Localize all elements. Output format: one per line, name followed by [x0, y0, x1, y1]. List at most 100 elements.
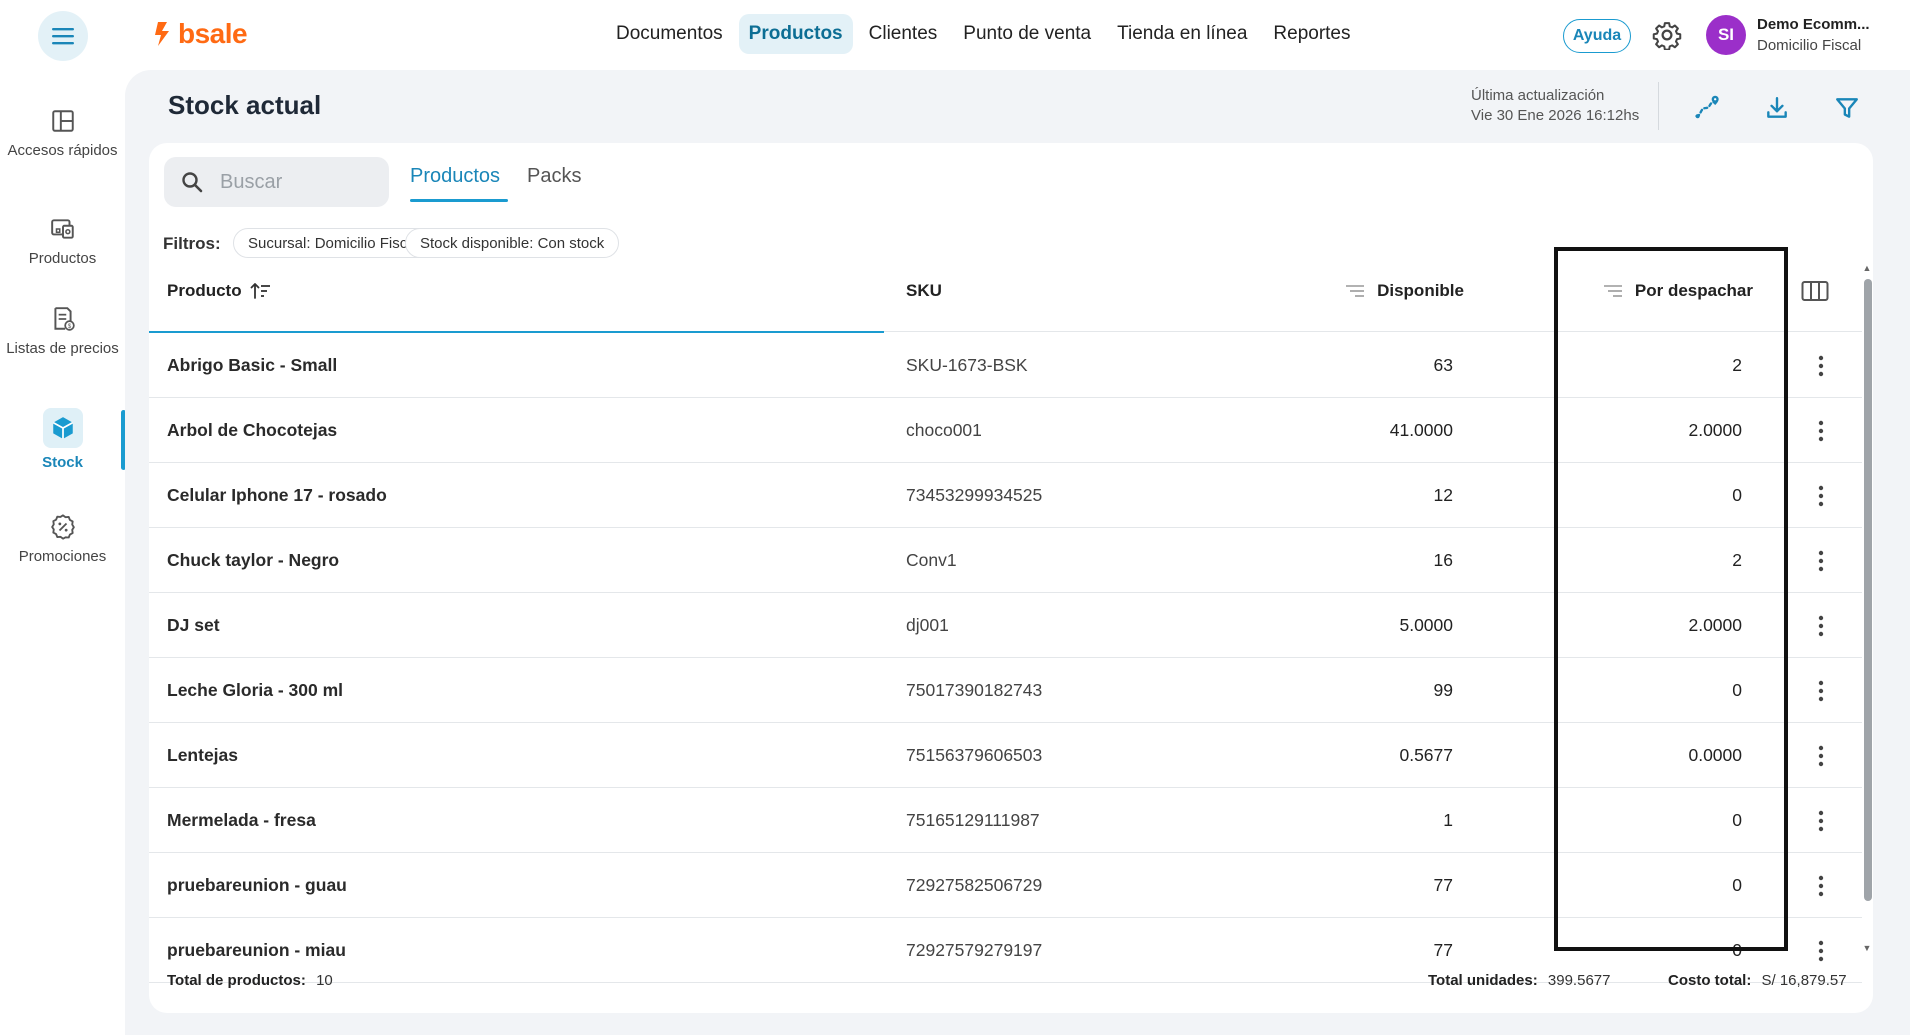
filter-chip-sucursal[interactable]: Sucursal: Domicilio Fiscal — [233, 228, 434, 258]
search-box[interactable] — [164, 157, 389, 207]
sort-ascending-icon — [250, 283, 270, 299]
download-button[interactable] — [1761, 92, 1793, 124]
logo-text: bsale — [178, 18, 248, 49]
por-despachar-cell: 2.0000 — [1688, 420, 1742, 440]
route-icon — [1695, 95, 1719, 119]
search-input[interactable] — [220, 170, 370, 194]
product-name-cell[interactable]: pruebareunion - guau — [167, 853, 347, 918]
product-name-cell[interactable]: Mermelada - fresa — [167, 788, 316, 853]
search-icon — [182, 172, 203, 193]
sidebar-item-label: Productos — [28, 250, 97, 267]
row-actions-button[interactable] — [1806, 593, 1836, 658]
last-update-label: Última actualización — [1471, 87, 1605, 104]
cube-icon — [52, 417, 73, 439]
product-name-cell[interactable]: Celular Iphone 17 - rosado — [167, 463, 387, 528]
sidebar-item-listas-de-precios[interactable]: $ Listas de precios — [0, 304, 125, 357]
disponible-cell: 1 — [1443, 810, 1453, 830]
column-header-por-despachar[interactable]: Por despachar — [1603, 271, 1753, 311]
tab-packs[interactable]: Packs — [527, 165, 581, 188]
por-despachar-cell: 0.0000 — [1688, 745, 1742, 765]
sku-cell: 72927579279197 — [906, 940, 1043, 960]
total-cost-label: Costo total: — [1668, 972, 1752, 989]
filter-button[interactable] — [1831, 92, 1863, 124]
track-route-button[interactable] — [1691, 92, 1723, 124]
sidebar-item-promociones[interactable]: Promociones — [0, 512, 125, 565]
column-header-producto[interactable]: Producto — [167, 271, 272, 311]
sidebar-item-label: Stock — [42, 454, 83, 471]
scrollbar-thumb[interactable] — [1864, 279, 1872, 901]
column-header-sku[interactable]: SKU — [906, 271, 942, 311]
bsale-logo[interactable]: bsale — [152, 18, 248, 50]
nav-documentos[interactable]: Documentos — [606, 14, 733, 54]
column-header-disponible[interactable]: Disponible — [1345, 271, 1464, 311]
column-settings-button[interactable] — [1801, 271, 1829, 311]
column-header-label: SKU — [906, 281, 942, 300]
row-actions-button[interactable] — [1806, 398, 1836, 463]
table-row[interactable]: Chuck taylor - Negro Conv1 16 2 — [149, 528, 1862, 593]
table-row[interactable]: Arbol de Chocotejas choco001 41.0000 2.0000 — [149, 398, 1862, 463]
nav-punto-de-venta[interactable]: Punto de venta — [953, 14, 1101, 54]
product-name-cell[interactable]: Lentejas — [167, 723, 238, 788]
more-vertical-icon — [1818, 745, 1824, 766]
table-row[interactable]: Celular Iphone 17 - rosado 73453299934525… — [149, 463, 1862, 528]
products-icon — [50, 219, 74, 239]
row-actions-button[interactable] — [1806, 463, 1836, 528]
sidebar-item-stock[interactable]: Stock — [0, 408, 125, 471]
more-vertical-icon — [1818, 485, 1824, 506]
scroll-up-arrow[interactable]: ▲ — [1862, 263, 1872, 273]
por-despachar-cell: 0 — [1732, 485, 1742, 505]
columns-icon — [1801, 281, 1829, 301]
sidebar-item-accesos-rapidos[interactable]: Accesos rápidos — [0, 106, 125, 159]
table-row[interactable]: Lentejas 75156379606503 0.5677 0.0000 — [149, 723, 1862, 788]
filters-label: Filtros: — [163, 234, 221, 253]
nav-tienda-en-linea[interactable]: Tienda en línea — [1107, 14, 1257, 54]
table-row[interactable]: Leche Gloria - 300 ml 75017390182743 99 0 — [149, 658, 1862, 723]
product-name-cell[interactable]: Arbol de Chocotejas — [167, 398, 337, 463]
disponible-cell: 0.5677 — [1399, 745, 1453, 765]
product-name-cell[interactable]: Leche Gloria - 300 ml — [167, 658, 343, 723]
total-cost: Costo total: S/ 16,879.57 — [1668, 972, 1847, 989]
user-name[interactable]: Demo Ecomm... — [1757, 16, 1870, 33]
price-list-icon: $ — [53, 307, 75, 331]
more-vertical-icon — [1818, 615, 1824, 636]
nav-productos[interactable]: Productos — [738, 14, 853, 54]
disponible-cell: 99 — [1433, 680, 1453, 700]
settings-button[interactable] — [1652, 20, 1682, 51]
sidebar-item-productos[interactable]: Productos — [0, 214, 125, 267]
nav-reportes[interactable]: Reportes — [1263, 14, 1360, 54]
disponible-cell: 41.0000 — [1389, 420, 1453, 440]
product-name-cell[interactable]: DJ set — [167, 593, 220, 658]
table-row[interactable]: Abrigo Basic - Small SKU-1673-BSK 63 2 — [149, 333, 1862, 398]
help-button[interactable]: Ayuda — [1563, 19, 1631, 53]
disponible-cell: 5.0000 — [1399, 615, 1453, 635]
layout-icon — [51, 110, 74, 132]
product-name-cell[interactable]: Chuck taylor - Negro — [167, 528, 339, 593]
row-actions-button[interactable] — [1806, 853, 1836, 918]
avatar[interactable]: SI — [1706, 15, 1746, 55]
main-nav: Documentos Productos Clientes Punto de v… — [606, 14, 1361, 54]
nav-clientes[interactable]: Clientes — [859, 14, 948, 54]
tab-productos[interactable]: Productos — [410, 165, 500, 188]
menu-toggle-button[interactable] — [38, 11, 88, 61]
total-units-value: 399.5677 — [1547, 972, 1611, 989]
row-actions-button[interactable] — [1806, 333, 1836, 398]
row-actions-button[interactable] — [1806, 723, 1836, 788]
total-products: Total de productos: 10 — [167, 972, 333, 989]
table-row[interactable]: Mermelada - fresa 75165129111987 1 0 — [149, 788, 1862, 853]
row-actions-button[interactable] — [1806, 658, 1836, 723]
sidebar: Accesos rápidos Productos $ Listas de pr… — [0, 70, 126, 1035]
product-name-cell[interactable]: Abrigo Basic - Small — [167, 333, 337, 398]
filter-chip-stock-disponible[interactable]: Stock disponible: Con stock — [405, 228, 620, 258]
scrollbar[interactable]: ▲ ▼ — [1862, 263, 1872, 953]
promo-icon — [50, 514, 75, 540]
table-row[interactable]: pruebareunion - guau 72927582506729 77 0 — [149, 853, 1862, 918]
column-header-label: Producto — [167, 281, 242, 300]
more-vertical-icon — [1818, 420, 1824, 441]
row-actions-button[interactable] — [1806, 528, 1836, 593]
row-actions-button[interactable] — [1806, 788, 1836, 853]
scroll-down-arrow[interactable]: ▼ — [1862, 943, 1872, 953]
sku-cell: Conv1 — [906, 550, 957, 570]
disponible-cell: 63 — [1433, 355, 1453, 375]
page-title: Stock actual — [168, 90, 322, 120]
table-row[interactable]: DJ set dj001 5.0000 2.0000 — [149, 593, 1862, 658]
